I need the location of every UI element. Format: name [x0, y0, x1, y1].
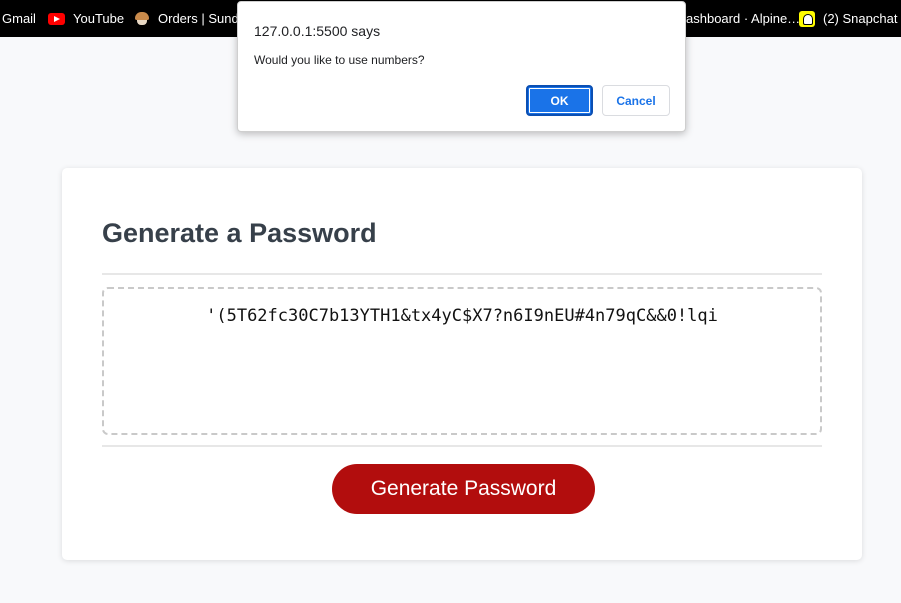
bookmark-gmail[interactable]: Gmail — [2, 0, 36, 37]
snapchat-icon — [799, 10, 815, 27]
password-generator-card: Generate a Password '(5T62fc30C7b13YTH1&… — [62, 168, 862, 560]
divider — [102, 273, 822, 275]
bookmark-youtube[interactable]: YouTube — [48, 0, 124, 37]
dialog-message: Would you like to use numbers? — [254, 53, 425, 67]
bookmark-snapchat[interactable]: (2) Snapchat — [799, 0, 897, 37]
bookmark-dashboard-alpine[interactable]: ashboard · Alpine… — [686, 0, 800, 37]
card-title: Generate a Password — [102, 218, 377, 248]
sundae-icon — [134, 11, 150, 26]
bookmark-label: YouTube — [73, 11, 125, 26]
password-text: '(5T62fc30C7b13YTH1&tx4yC$X7?n6I9nEU#4n7… — [206, 306, 718, 326]
password-output-box[interactable]: '(5T62fc30C7b13YTH1&tx4yC$X7?n6I9nEU#4n7… — [102, 287, 822, 435]
divider — [102, 445, 822, 447]
bookmark-label: ashboard · Alpine… — [686, 11, 801, 26]
bookmark-label: Orders | Sunda — [158, 11, 246, 26]
youtube-icon — [48, 12, 65, 25]
alert-dialog: 127.0.0.1:5500 says Would you like to us… — [237, 1, 686, 132]
bookmark-label: (2) Snapchat — [823, 11, 898, 26]
ok-button[interactable]: OK — [526, 85, 593, 116]
dialog-origin: 127.0.0.1:5500 says — [254, 23, 381, 39]
generate-password-button[interactable]: Generate Password — [332, 464, 595, 514]
cancel-button[interactable]: Cancel — [602, 85, 670, 116]
bookmark-label: Gmail — [2, 11, 36, 26]
bookmark-orders-sunda[interactable]: Orders | Sunda — [134, 0, 246, 37]
